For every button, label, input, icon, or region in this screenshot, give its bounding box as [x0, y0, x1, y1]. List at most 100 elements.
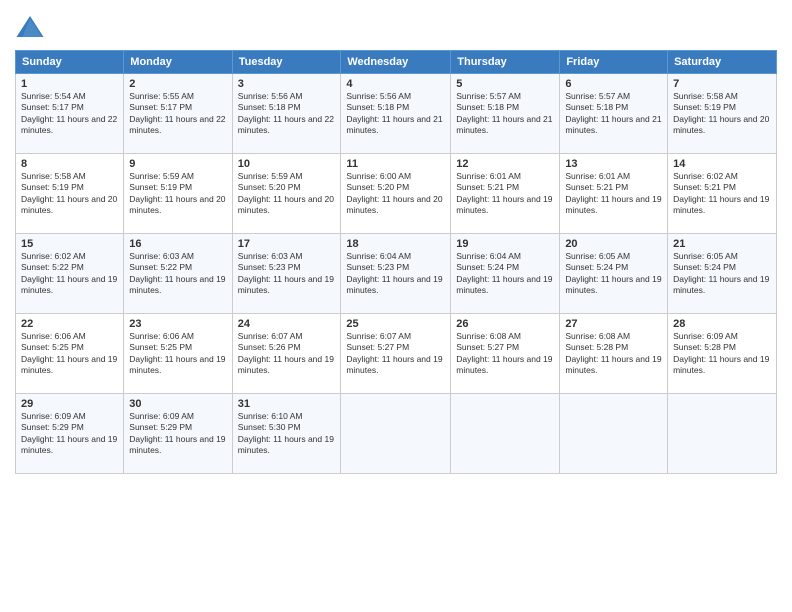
day-info: Sunrise: 6:08 AMSunset: 5:28 PMDaylight:… [565, 331, 661, 375]
day-info: Sunrise: 6:08 AMSunset: 5:27 PMDaylight:… [456, 331, 552, 375]
day-info: Sunrise: 6:06 AMSunset: 5:25 PMDaylight:… [21, 331, 117, 375]
day-number: 26 [456, 318, 554, 330]
weekday-header-wednesday: Wednesday [341, 51, 451, 74]
calendar-cell: 26 Sunrise: 6:08 AMSunset: 5:27 PMDaylig… [451, 314, 560, 394]
day-number: 9 [129, 158, 226, 170]
logo [15, 14, 49, 42]
calendar-cell: 18 Sunrise: 6:04 AMSunset: 5:23 PMDaylig… [341, 234, 451, 314]
day-info: Sunrise: 5:57 AMSunset: 5:18 PMDaylight:… [456, 91, 552, 135]
day-number: 24 [238, 318, 336, 330]
day-number: 13 [565, 158, 662, 170]
calendar-cell: 8 Sunrise: 5:58 AMSunset: 5:19 PMDayligh… [16, 154, 124, 234]
calendar-cell: 31 Sunrise: 6:10 AMSunset: 5:30 PMDaylig… [232, 394, 341, 474]
day-info: Sunrise: 5:58 AMSunset: 5:19 PMDaylight:… [673, 91, 769, 135]
weekday-header-saturday: Saturday [668, 51, 777, 74]
calendar-cell: 25 Sunrise: 6:07 AMSunset: 5:27 PMDaylig… [341, 314, 451, 394]
day-info: Sunrise: 5:56 AMSunset: 5:18 PMDaylight:… [238, 91, 334, 135]
day-number: 12 [456, 158, 554, 170]
day-number: 6 [565, 78, 662, 90]
calendar-cell [341, 394, 451, 474]
day-info: Sunrise: 6:01 AMSunset: 5:21 PMDaylight:… [456, 171, 552, 215]
day-info: Sunrise: 6:07 AMSunset: 5:27 PMDaylight:… [346, 331, 442, 375]
day-number: 10 [238, 158, 336, 170]
day-number: 8 [21, 158, 118, 170]
day-info: Sunrise: 6:10 AMSunset: 5:30 PMDaylight:… [238, 411, 334, 455]
calendar-cell: 27 Sunrise: 6:08 AMSunset: 5:28 PMDaylig… [560, 314, 668, 394]
day-info: Sunrise: 5:54 AMSunset: 5:17 PMDaylight:… [21, 91, 117, 135]
day-number: 17 [238, 238, 336, 250]
day-info: Sunrise: 6:09 AMSunset: 5:29 PMDaylight:… [21, 411, 117, 455]
calendar-cell: 15 Sunrise: 6:02 AMSunset: 5:22 PMDaylig… [16, 234, 124, 314]
calendar-cell [560, 394, 668, 474]
day-info: Sunrise: 6:05 AMSunset: 5:24 PMDaylight:… [673, 251, 769, 295]
calendar-cell: 6 Sunrise: 5:57 AMSunset: 5:18 PMDayligh… [560, 74, 668, 154]
day-info: Sunrise: 5:57 AMSunset: 5:18 PMDaylight:… [565, 91, 661, 135]
day-info: Sunrise: 6:06 AMSunset: 5:25 PMDaylight:… [129, 331, 225, 375]
weekday-header-friday: Friday [560, 51, 668, 74]
day-number: 28 [673, 318, 771, 330]
day-info: Sunrise: 6:03 AMSunset: 5:22 PMDaylight:… [129, 251, 225, 295]
day-number: 27 [565, 318, 662, 330]
calendar-cell: 22 Sunrise: 6:06 AMSunset: 5:25 PMDaylig… [16, 314, 124, 394]
calendar-cell: 4 Sunrise: 5:56 AMSunset: 5:18 PMDayligh… [341, 74, 451, 154]
calendar-cell: 10 Sunrise: 5:59 AMSunset: 5:20 PMDaylig… [232, 154, 341, 234]
calendar-cell: 9 Sunrise: 5:59 AMSunset: 5:19 PMDayligh… [124, 154, 232, 234]
weekday-header-sunday: Sunday [16, 51, 124, 74]
calendar-cell: 14 Sunrise: 6:02 AMSunset: 5:21 PMDaylig… [668, 154, 777, 234]
day-info: Sunrise: 6:01 AMSunset: 5:21 PMDaylight:… [565, 171, 661, 215]
calendar-week-row: 8 Sunrise: 5:58 AMSunset: 5:19 PMDayligh… [16, 154, 777, 234]
calendar-cell: 13 Sunrise: 6:01 AMSunset: 5:21 PMDaylig… [560, 154, 668, 234]
day-number: 18 [346, 238, 445, 250]
calendar-cell: 7 Sunrise: 5:58 AMSunset: 5:19 PMDayligh… [668, 74, 777, 154]
day-number: 31 [238, 398, 336, 410]
day-number: 1 [21, 78, 118, 90]
day-number: 15 [21, 238, 118, 250]
day-number: 3 [238, 78, 336, 90]
calendar-cell: 5 Sunrise: 5:57 AMSunset: 5:18 PMDayligh… [451, 74, 560, 154]
calendar-week-row: 1 Sunrise: 5:54 AMSunset: 5:17 PMDayligh… [16, 74, 777, 154]
calendar-cell: 1 Sunrise: 5:54 AMSunset: 5:17 PMDayligh… [16, 74, 124, 154]
day-info: Sunrise: 6:09 AMSunset: 5:28 PMDaylight:… [673, 331, 769, 375]
day-number: 20 [565, 238, 662, 250]
day-info: Sunrise: 6:02 AMSunset: 5:22 PMDaylight:… [21, 251, 117, 295]
calendar-cell: 24 Sunrise: 6:07 AMSunset: 5:26 PMDaylig… [232, 314, 341, 394]
calendar-cell [668, 394, 777, 474]
day-number: 2 [129, 78, 226, 90]
calendar-cell: 21 Sunrise: 6:05 AMSunset: 5:24 PMDaylig… [668, 234, 777, 314]
calendar-cell: 12 Sunrise: 6:01 AMSunset: 5:21 PMDaylig… [451, 154, 560, 234]
day-info: Sunrise: 5:59 AMSunset: 5:19 PMDaylight:… [129, 171, 225, 215]
calendar-cell: 16 Sunrise: 6:03 AMSunset: 5:22 PMDaylig… [124, 234, 232, 314]
calendar-cell: 11 Sunrise: 6:00 AMSunset: 5:20 PMDaylig… [341, 154, 451, 234]
day-number: 14 [673, 158, 771, 170]
day-info: Sunrise: 5:56 AMSunset: 5:18 PMDaylight:… [346, 91, 442, 135]
logo-icon [15, 14, 45, 42]
day-number: 25 [346, 318, 445, 330]
calendar-cell: 19 Sunrise: 6:04 AMSunset: 5:24 PMDaylig… [451, 234, 560, 314]
page: SundayMondayTuesdayWednesdayThursdayFrid… [0, 0, 792, 612]
calendar-cell: 3 Sunrise: 5:56 AMSunset: 5:18 PMDayligh… [232, 74, 341, 154]
weekday-header-row: SundayMondayTuesdayWednesdayThursdayFrid… [16, 51, 777, 74]
weekday-header-tuesday: Tuesday [232, 51, 341, 74]
calendar-week-row: 22 Sunrise: 6:06 AMSunset: 5:25 PMDaylig… [16, 314, 777, 394]
day-number: 30 [129, 398, 226, 410]
day-number: 29 [21, 398, 118, 410]
day-number: 19 [456, 238, 554, 250]
day-number: 5 [456, 78, 554, 90]
day-number: 11 [346, 158, 445, 170]
day-info: Sunrise: 6:05 AMSunset: 5:24 PMDaylight:… [565, 251, 661, 295]
day-info: Sunrise: 5:55 AMSunset: 5:17 PMDaylight:… [129, 91, 225, 135]
calendar-cell: 30 Sunrise: 6:09 AMSunset: 5:29 PMDaylig… [124, 394, 232, 474]
day-info: Sunrise: 6:02 AMSunset: 5:21 PMDaylight:… [673, 171, 769, 215]
day-info: Sunrise: 6:04 AMSunset: 5:24 PMDaylight:… [456, 251, 552, 295]
calendar-week-row: 29 Sunrise: 6:09 AMSunset: 5:29 PMDaylig… [16, 394, 777, 474]
calendar-cell: 29 Sunrise: 6:09 AMSunset: 5:29 PMDaylig… [16, 394, 124, 474]
day-info: Sunrise: 6:03 AMSunset: 5:23 PMDaylight:… [238, 251, 334, 295]
day-number: 23 [129, 318, 226, 330]
calendar-cell: 23 Sunrise: 6:06 AMSunset: 5:25 PMDaylig… [124, 314, 232, 394]
day-number: 7 [673, 78, 771, 90]
calendar-cell: 2 Sunrise: 5:55 AMSunset: 5:17 PMDayligh… [124, 74, 232, 154]
calendar-table: SundayMondayTuesdayWednesdayThursdayFrid… [15, 50, 777, 474]
day-number: 4 [346, 78, 445, 90]
day-number: 22 [21, 318, 118, 330]
calendar-cell: 20 Sunrise: 6:05 AMSunset: 5:24 PMDaylig… [560, 234, 668, 314]
